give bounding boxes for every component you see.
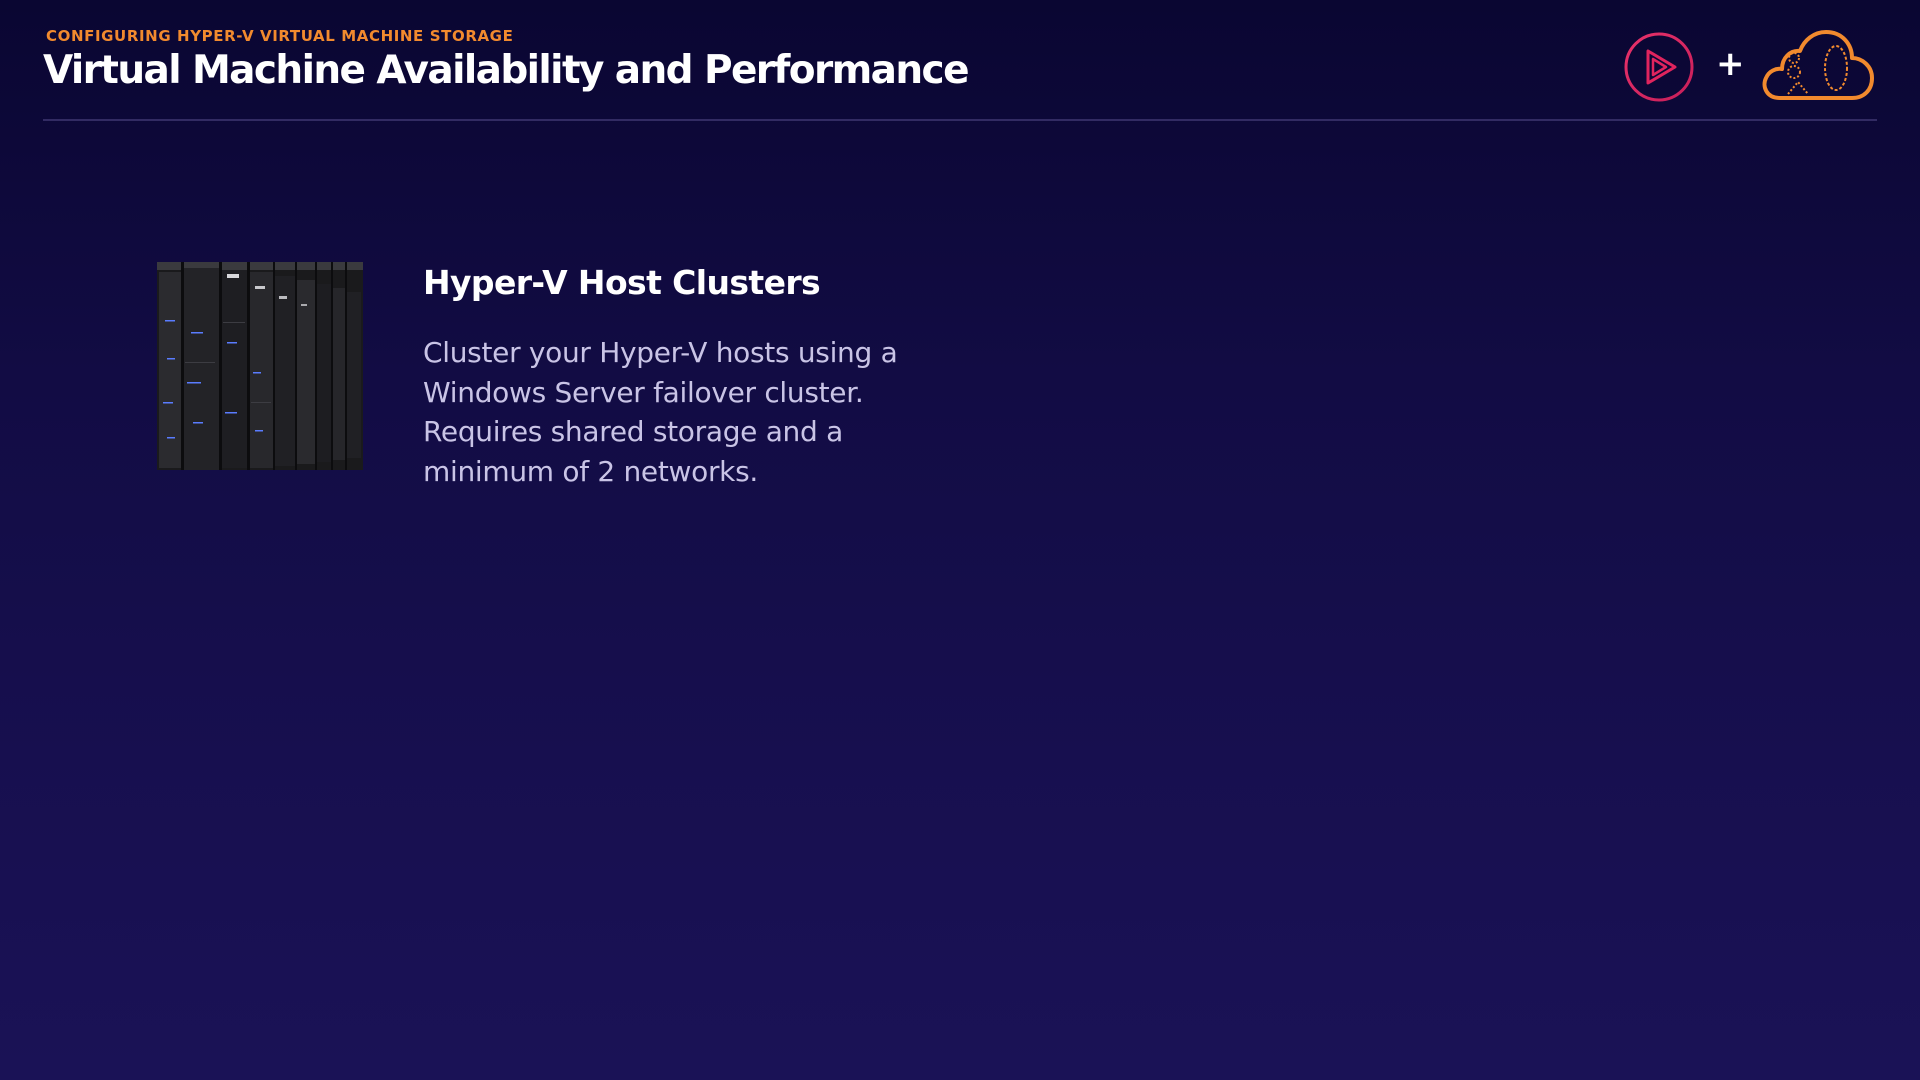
section-description: Cluster your Hyper-V hosts using a Windo… xyxy=(423,333,983,491)
description-line: Windows Server failover cluster. xyxy=(423,375,864,409)
slide-header: CONFIGURING HYPER-V VIRTUAL MACHINE STOR… xyxy=(43,24,1877,120)
header-divider xyxy=(43,119,1877,121)
cloud-logo-icon xyxy=(1762,30,1874,100)
description-line: Cluster your Hyper-V hosts using a xyxy=(423,336,898,369)
slide-title: Virtual Machine Availability and Perform… xyxy=(43,48,970,93)
description-line: minimum of 2 networks. xyxy=(423,454,758,488)
plus-separator: + xyxy=(1716,44,1745,84)
brand-logos: + xyxy=(1620,28,1880,106)
description-line: Requires shared storage and a xyxy=(423,415,843,448)
section-eyebrow: CONFIGURING HYPER-V VIRTUAL MACHINE STOR… xyxy=(46,27,514,45)
section-heading: Hyper-V Host Clusters xyxy=(423,263,821,302)
server-racks-image xyxy=(157,262,363,470)
play-circle-logo-icon xyxy=(1624,32,1694,102)
